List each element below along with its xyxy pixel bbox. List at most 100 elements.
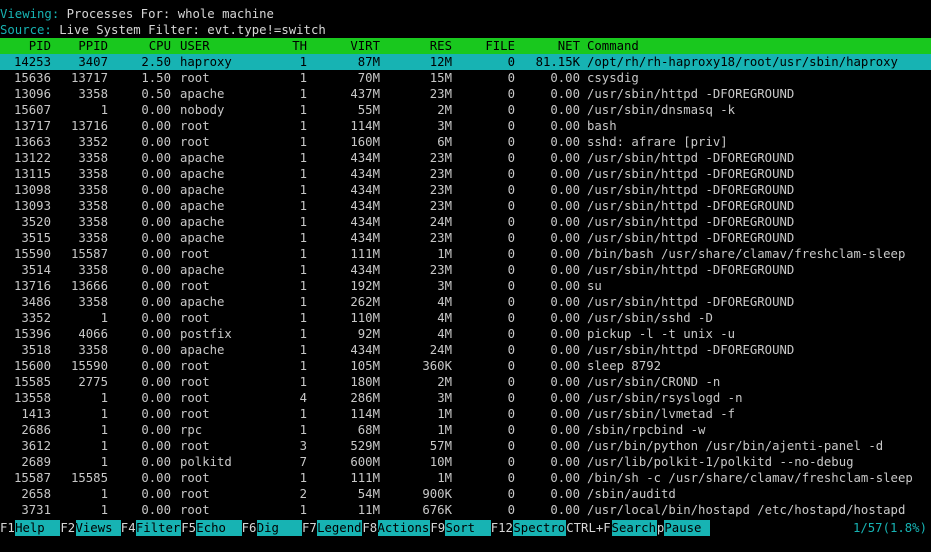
cell-net: 0.00	[550, 151, 580, 165]
process-row[interactable]: 13093 3358 0.00 apache 1 434M 23M 0 0.00/usr/sbi…	[0, 198, 931, 214]
process-row[interactable]: 3514 3358 0.00 apache 1 434M 23M 0 0.00/usr/sbin…	[0, 262, 931, 278]
cell-res: 2M	[437, 375, 452, 389]
process-row[interactable]: 2686 1 0.00 rpc 1 68M 1M 0 0.00/sbin/rpcbind -w	[0, 422, 931, 438]
cell-virt: 262M	[350, 295, 380, 309]
cell-res: 23M	[429, 167, 452, 181]
cell-virt: 437M	[350, 87, 380, 101]
process-row[interactable]: 15607 1 0.00 nobody 1 55M 2M 0 0.00/usr/sbin/dns…	[0, 102, 931, 118]
col-command[interactable]: Command	[587, 38, 931, 54]
process-row[interactable]: 3515 3358 0.00 apache 1 434M 23M 0 0.00/usr/sbin…	[0, 230, 931, 246]
process-row[interactable]: 15636 13717 1.50 root 1 70M 15M 0 0.00 csysdig	[0, 70, 931, 86]
fkey-echo-button[interactable]: Echo	[196, 520, 242, 536]
fkey-legend: F7	[302, 521, 317, 535]
cell-cpu: 0.00	[141, 263, 171, 277]
process-row[interactable]: 3486 3358 0.00 apache 1 262M 4M 0 0.00/usr/sbin/…	[0, 294, 931, 310]
cell-file: 0	[507, 279, 515, 293]
cell-res: 1M	[437, 407, 452, 421]
cell-res: 3M	[437, 391, 452, 405]
col-user[interactable]: USER	[180, 38, 280, 54]
process-row[interactable]: 13115 3358 0.00 apache 1 434M 23M 0 0.00/usr/sbi…	[0, 166, 931, 182]
cell-cpu: 0.00	[141, 135, 171, 149]
process-row[interactable]: 3352 1 0.00 root 1 110M 4M 0 0.00/usr/sbin/sshd …	[0, 310, 931, 326]
fkey-spectro-button[interactable]: Spectro	[513, 520, 567, 536]
col-th[interactable]: TH	[270, 38, 307, 54]
fkey-pause-button[interactable]: Pause	[664, 520, 710, 536]
cell-command: /opt/rh/rh-haproxy18/root/usr/sbin/hapro…	[587, 55, 898, 69]
cell-res: 1M	[437, 471, 452, 485]
col-file[interactable]: FILE	[462, 38, 515, 54]
cell-user: rpc	[180, 423, 203, 437]
cell-net: 0.00	[550, 407, 580, 421]
function-key-bar: 1/57(1.8%) F1 Help F2 Views F4 Filter F5 Echo F6…	[0, 520, 931, 536]
process-row[interactable]: 3731 1 0.00 root 1 11M 676K 0 0.00/usr/local/bin…	[0, 502, 931, 518]
process-row[interactable]: 2689 1 0.00 polkitd 7 600M 10M 0 0.00/usr/lib/po…	[0, 454, 931, 470]
process-row[interactable]: 13717 13716 0.00 root 1 114M 3M 0 0.00 bash	[0, 118, 931, 134]
process-row[interactable]: 13096 3358 0.50 apache 1 437M 23M 0 0.00/usr/sbi…	[0, 86, 931, 102]
process-row[interactable]: 15396 4066 0.00 postfix 1 92M 4M 0 0.00 pickup -l…	[0, 326, 931, 342]
cell-file: 0	[507, 471, 515, 485]
cell-command: su	[587, 279, 602, 293]
cell-virt: 11M	[357, 503, 380, 517]
cell-cpu: 0.50	[141, 87, 171, 101]
cell-threads: 1	[299, 247, 307, 261]
cell-command: /usr/sbin/httpd -DFOREGROUND	[587, 263, 795, 277]
col-net[interactable]: NET	[525, 38, 580, 54]
process-row[interactable]: 1413 1 0.00 root 1 114M 1M 0 0.00/usr/sbin/lvmet…	[0, 406, 931, 422]
process-row[interactable]: 15587 15585 0.00 root 1 111M 1M 0 0.00/bin/sh -c…	[0, 470, 931, 486]
cell-pid: 2689	[21, 455, 51, 469]
process-row[interactable]: 15585 2775 0.00 root 1 180M 2M 0 0.00/usr/sbin/C…	[0, 374, 931, 390]
process-row[interactable]: 3518 3358 0.00 apache 1 434M 24M 0 0.00/usr/sbin…	[0, 342, 931, 358]
cell-command: /usr/sbin/httpd -DFOREGROUND	[587, 199, 795, 213]
source-label: Source:	[0, 23, 52, 37]
process-row[interactable]: 13122 3358 0.00 apache 1 434M 23M 0 0.00/usr/sbi…	[0, 150, 931, 166]
fkey-legend-button[interactable]: Legend	[317, 520, 363, 536]
process-row[interactable]: 13663 3352 0.00 root 1 160M 6M 0 0.00 sshd: afrar…	[0, 134, 931, 150]
col-ppid[interactable]: PPID	[58, 38, 108, 54]
fkey-filter-button[interactable]: Filter	[135, 520, 182, 536]
process-row[interactable]: 13558 1 0.00 root 4 286M 3M 0 0.00/usr/sbin/rsys…	[0, 390, 931, 406]
cell-cpu: 0.00	[141, 247, 171, 261]
process-row[interactable]: 15590 15587 0.00 root 1 111M 1M 0 0.00/bin/bash …	[0, 246, 931, 262]
cell-threads: 1	[299, 135, 307, 149]
process-row[interactable]: 15600 15590 0.00 root 1 105M 360K 0 0.00 sleep 87…	[0, 358, 931, 374]
col-res[interactable]: RES	[390, 38, 452, 54]
cell-threads: 1	[299, 215, 307, 229]
cell-virt: 286M	[350, 391, 380, 405]
cell-pid: 3515	[21, 231, 51, 245]
cell-file: 0	[507, 247, 515, 261]
cell-res: 360K	[422, 359, 452, 373]
cell-file: 0	[507, 423, 515, 437]
fkey-search-button[interactable]: Search	[611, 520, 657, 536]
cell-file: 0	[507, 327, 515, 341]
cell-cpu: 0.00	[141, 359, 171, 373]
cell-res: 1M	[437, 247, 452, 261]
cell-virt: 434M	[350, 263, 380, 277]
col-virt[interactable]: VIRT	[316, 38, 380, 54]
fkey-sort-button[interactable]: Sort	[445, 520, 491, 536]
cell-virt: 92M	[357, 327, 380, 341]
cell-ppid: 3358	[78, 199, 108, 213]
fkey-help-button[interactable]: Help	[15, 520, 61, 536]
fkey-dig-button[interactable]: Dig	[256, 520, 302, 536]
col-cpu[interactable]: CPU	[115, 38, 171, 54]
fkey-actions-button[interactable]: Actions	[377, 520, 431, 536]
cell-cpu: 0.00	[141, 503, 171, 517]
process-row[interactable]: 3612 1 0.00 root 3 529M 57M 0 0.00/usr/bin/pytho…	[0, 438, 931, 454]
cell-res: 3M	[437, 279, 452, 293]
cell-user: root	[180, 247, 210, 261]
cell-virt: 111M	[350, 471, 380, 485]
process-row[interactable]: 14253 3407 2.50 haproxy 1 87M 12M 0 81.15K/opt/r…	[0, 54, 931, 70]
fkey-views-button[interactable]: Views	[75, 520, 121, 536]
cell-virt: 105M	[350, 359, 380, 373]
cell-virt: 110M	[350, 311, 380, 325]
process-row[interactable]: 2658 1 0.00 root 2 54M 900K 0 0.00/sbin/auditd	[0, 486, 931, 502]
cell-res: 2M	[437, 103, 452, 117]
cell-ppid: 1	[100, 391, 108, 405]
process-row[interactable]: 13716 13666 0.00 root 1 192M 3M 0 0.00 su	[0, 278, 931, 294]
process-row[interactable]: 13098 3358 0.00 apache 1 434M 23M 0 0.00/usr/sbi…	[0, 182, 931, 198]
viewing-label: Viewing:	[0, 7, 60, 21]
col-pid[interactable]: PID	[0, 38, 51, 54]
cell-file: 0	[507, 439, 515, 453]
process-row[interactable]: 3520 3358 0.00 apache 1 434M 24M 0 0.00/usr/sbin…	[0, 214, 931, 230]
cell-cpu: 0.00	[141, 439, 171, 453]
